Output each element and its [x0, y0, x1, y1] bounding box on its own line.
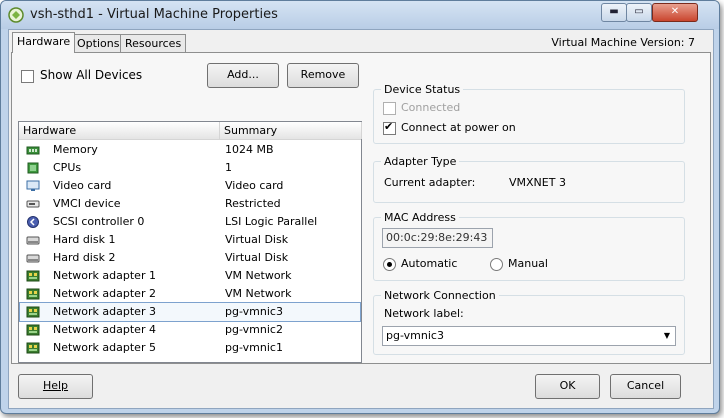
- hardware-summary-cell: Virtual Disk: [225, 233, 289, 246]
- vm-properties-window: vsh-sthd1 - Virtual Machine Properties ▬…: [0, 0, 720, 414]
- device-status-group: Device Status Connected Connect at power…: [373, 83, 685, 144]
- connect-at-power-on-checkbox[interactable]: [383, 120, 396, 135]
- hardware-name-cell: Hard disk 1: [53, 233, 116, 246]
- hardware-list[interactable]: Hardware Summary Memory 1024 MB CPUs 1 Video…: [18, 121, 362, 363]
- current-adapter-label: Current adapter:: [384, 176, 476, 189]
- hardware-summary-cell: VM Network: [225, 287, 292, 300]
- hardware-list-header: Hardware Summary: [19, 122, 362, 140]
- title-bar[interactable]: vsh-sthd1 - Virtual Machine Properties ▬…: [1, 1, 719, 29]
- network-adapter-icon: [26, 288, 40, 300]
- mac-manual-radio[interactable]: [490, 258, 503, 271]
- hardware-summary-cell: pg-vmnic1: [225, 341, 283, 354]
- hardware-list-row[interactable]: Video card Video card: [20, 177, 360, 195]
- window-title: vsh-sthd1 - Virtual Machine Properties: [30, 7, 278, 22]
- hardware-list-row[interactable]: Network adapter 3 pg-vmnic3: [19, 302, 361, 322]
- hardware-name-cell: CPUs: [53, 161, 82, 174]
- hardware-name-cell: VMCI device: [53, 197, 121, 210]
- hardware-name-cell: Network adapter 2: [53, 287, 156, 300]
- tab-resources[interactable]: Resources: [120, 34, 187, 53]
- mac-address-field[interactable]: 00:0c:29:8e:29:43: [382, 228, 493, 248]
- network-adapter-icon: [26, 342, 40, 354]
- adapter-type-legend: Adapter Type: [381, 155, 460, 168]
- hardware-list-row[interactable]: Network adapter 4 pg-vmnic2: [20, 321, 360, 339]
- dialog-client-area: Hardware Options Resources Virtual Machi…: [8, 29, 714, 409]
- hardware-name-cell: Memory: [53, 143, 98, 156]
- hardware-name-cell: Network adapter 3: [53, 305, 156, 318]
- hardware-summary-cell: Restricted: [225, 197, 281, 210]
- mac-automatic-label: Automatic: [401, 257, 458, 270]
- hardware-list-row[interactable]: Memory 1024 MB: [20, 141, 360, 159]
- hardware-summary-cell: pg-vmnic3: [225, 305, 283, 318]
- hardware-list-row[interactable]: Network adapter 2 VM Network: [20, 285, 360, 303]
- network-adapter-icon: [26, 270, 40, 282]
- hardware-summary-cell: pg-vmnic2: [225, 323, 283, 336]
- hardware-summary-cell: VM Network: [225, 269, 292, 282]
- vsphere-app-icon: [8, 7, 24, 23]
- device-status-legend: Device Status: [381, 83, 464, 96]
- hardware-summary-cell: 1024 MB: [225, 143, 274, 156]
- cpu-icon: [27, 162, 39, 174]
- hardware-name-cell: Video card: [53, 179, 112, 192]
- scsi-controller-icon: [27, 216, 39, 228]
- network-connection-legend: Network Connection: [381, 289, 499, 302]
- network-adapter-icon: [26, 324, 40, 336]
- remove-device-button[interactable]: Remove: [287, 63, 359, 88]
- mac-manual-label: Manual: [508, 257, 548, 270]
- hardware-summary-cell: LSI Logic Parallel: [225, 215, 318, 228]
- vm-version-label: Virtual Machine Version: 7: [551, 36, 695, 49]
- minimize-button[interactable]: ▬: [601, 3, 627, 22]
- chevron-down-icon[interactable]: ▼: [659, 327, 675, 345]
- column-header-summary[interactable]: Summary: [220, 122, 362, 139]
- mac-address-legend: MAC Address: [381, 211, 459, 224]
- network-label-label: Network label:: [384, 307, 464, 320]
- network-adapter-icon: [26, 306, 40, 318]
- hardware-name-cell: Network adapter 5: [53, 341, 156, 354]
- hardware-list-row[interactable]: CPUs 1: [20, 159, 360, 177]
- hardware-name-cell: Hard disk 2: [53, 251, 116, 264]
- help-button[interactable]: Help: [18, 374, 93, 399]
- hardware-summary-cell: 1: [225, 161, 232, 174]
- network-label-value: pg-vmnic3: [386, 329, 444, 342]
- hardware-list-row[interactable]: Hard disk 1 Virtual Disk: [20, 231, 360, 249]
- adapter-type-group: Adapter Type Current adapter: VMXNET 3: [373, 155, 685, 203]
- hardware-list-row[interactable]: Hard disk 2 Virtual Disk: [20, 249, 360, 267]
- ok-button[interactable]: OK: [535, 374, 600, 399]
- hardware-name-cell: Network adapter 1: [53, 269, 156, 282]
- memory-icon: [26, 146, 40, 155]
- cancel-button[interactable]: Cancel: [610, 374, 681, 399]
- connected-label: Connected: [401, 101, 461, 114]
- add-device-button[interactable]: Add...: [207, 63, 279, 88]
- hardware-name-cell: SCSI controller 0: [53, 215, 145, 228]
- column-header-hardware[interactable]: Hardware: [19, 122, 220, 139]
- mac-address-group: MAC Address 00:0c:29:8e:29:43 Automatic …: [373, 211, 685, 281]
- hardware-tab-panel: Show All Devices Add... Remove Hardware …: [11, 52, 711, 364]
- network-connection-group: Network Connection Network label: pg-vmn…: [373, 289, 685, 355]
- hardware-name-cell: Network adapter 4: [53, 323, 156, 336]
- hardware-summary-cell: Virtual Disk: [225, 251, 289, 264]
- hardware-list-row[interactable]: Network adapter 5 pg-vmnic1: [20, 339, 360, 357]
- vmci-device-icon: [26, 200, 40, 208]
- dialog-button-bar: Help OK Cancel: [9, 364, 713, 408]
- hard-disk-icon: [26, 236, 40, 245]
- mac-automatic-radio[interactable]: [383, 258, 396, 271]
- hard-disk-icon: [26, 254, 40, 263]
- video-card-icon: [26, 180, 40, 191]
- tab-hardware[interactable]: Hardware: [12, 32, 76, 53]
- hardware-list-row[interactable]: VMCI device Restricted: [20, 195, 360, 213]
- close-button[interactable]: ✕: [652, 3, 698, 22]
- connect-at-power-on-label: Connect at power on: [401, 121, 516, 134]
- connected-checkbox[interactable]: [383, 102, 396, 115]
- hardware-list-row[interactable]: SCSI controller 0 LSI Logic Parallel: [20, 213, 360, 231]
- current-adapter-value: VMXNET 3: [509, 176, 566, 189]
- show-all-devices-label: Show All Devices: [40, 68, 143, 82]
- network-label-select[interactable]: pg-vmnic3 ▼: [382, 326, 676, 346]
- show-all-devices-checkbox[interactable]: [21, 70, 34, 83]
- maximize-button[interactable]: ▭: [626, 3, 652, 22]
- tab-options[interactable]: Options: [72, 34, 125, 53]
- hardware-list-row[interactable]: Network adapter 1 VM Network: [20, 267, 360, 285]
- hardware-summary-cell: Video card: [225, 179, 284, 192]
